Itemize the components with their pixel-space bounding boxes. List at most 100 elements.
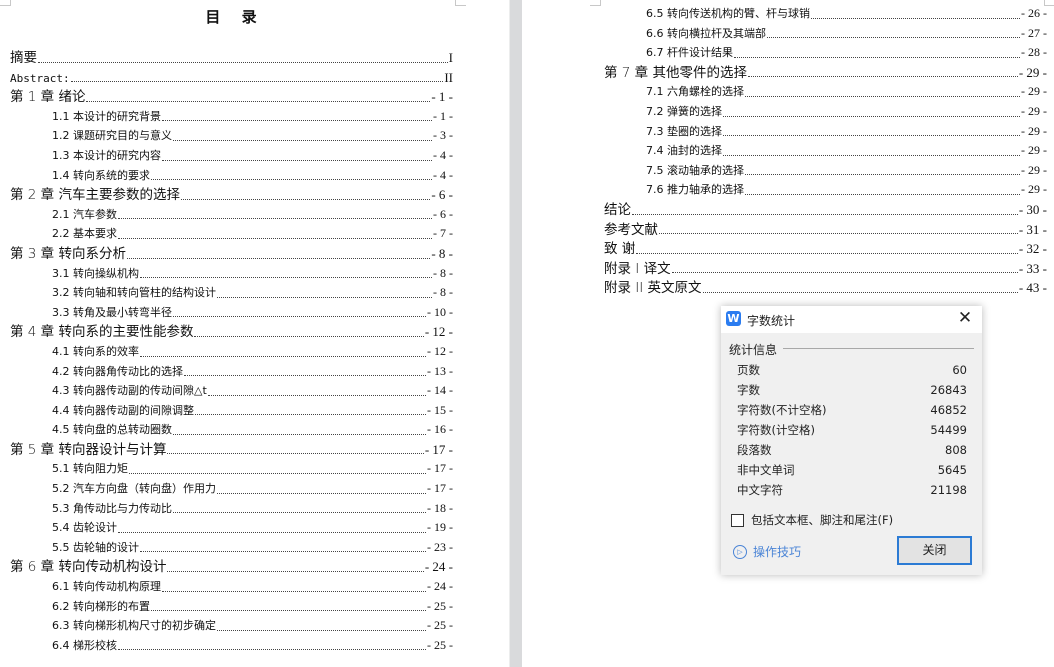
close-button[interactable]: 关闭: [897, 536, 972, 565]
toc-entry-page: - 10 -: [427, 304, 453, 319]
toc-entry-page: - 30 -: [1018, 201, 1047, 217]
stat-value: 60: [952, 363, 967, 377]
toc-entry[interactable]: 4.2 转向器角传动比的选择 - 13 -: [10, 362, 453, 382]
toc-entry[interactable]: 6.5 转向传送机构的臂、杆与球销 - 26 -: [604, 4, 1047, 24]
toc-entry-label: 第 4 章 转向系的主要性能参数: [10, 324, 194, 341]
toc-entry[interactable]: 4.4 转向器传动副的间隙调整 - 15 -: [10, 401, 453, 421]
toc-entry[interactable]: 第 4 章 转向系的主要性能参数 - 12 -: [10, 322, 453, 342]
toc-entry[interactable]: 摘要 I: [10, 48, 453, 68]
toc-leader-dots: [217, 296, 432, 298]
toc-entry[interactable]: 致 谢 - 32 -: [604, 239, 1047, 259]
toc-leader-dots: [180, 198, 431, 200]
toc-entry-page: - 1 -: [431, 89, 453, 105]
toc-entry[interactable]: 5.5 齿轮轴的设计 - 23 -: [10, 538, 453, 558]
toc-entry[interactable]: 5.3 角传动比与力传动比 - 18 -: [10, 499, 453, 519]
toc-entry-label: 6.7 杆件设计结果: [646, 46, 733, 60]
toc-entry-label: 2.2 基本要求: [52, 227, 117, 241]
toc-entry[interactable]: 6.6 转向横拉杆及其端部 - 27 -: [604, 24, 1047, 44]
toc-entry-page: - 25 -: [427, 618, 453, 633]
toc-entry-page: - 18 -: [427, 500, 453, 515]
stat-label: 字数: [737, 383, 760, 397]
toc-entry[interactable]: 3.3 转角及最小转弯半径 - 10 -: [10, 303, 453, 323]
toc-entry-label: 致 谢: [604, 241, 636, 258]
dialog-titlebar[interactable]: W 字数统计 ✕: [721, 306, 982, 333]
toc-leader-dots: [70, 80, 444, 83]
toc-entry[interactable]: 3.1 转向操纵机构 - 8 -: [10, 264, 453, 284]
toc-entry[interactable]: 7.3 垫圈的选择 - 29 -: [604, 122, 1047, 142]
toc-entry[interactable]: Abstract: II: [10, 68, 453, 88]
toc-entry[interactable]: 第 1 章 绪论 - 1 -: [10, 87, 453, 107]
checkbox-box[interactable]: [731, 513, 744, 527]
toc-entry[interactable]: 2.2 基本要求 - 7 -: [10, 224, 453, 244]
toc-entry-label: 结论: [604, 201, 631, 218]
toc-entry-label: 4.4 转向器传动副的间隙调整: [52, 403, 194, 417]
toc-entry-label: 7.4 油封的选择: [646, 144, 722, 158]
stat-label: 中文字符: [737, 483, 783, 497]
toc-entry-label: 4.5 转向盘的总转动圈数: [52, 423, 172, 437]
toc-entry-page: - 32 -: [1018, 241, 1047, 257]
toc-entry-page: - 23 -: [427, 539, 453, 554]
toc-entry-label: 3.3 转角及最小转弯半径: [52, 305, 172, 319]
toc-entry[interactable]: 第 6 章 转向传动机构设计 - 24 -: [10, 557, 453, 577]
toc-entry-page: - 25 -: [427, 598, 453, 613]
toc-entry[interactable]: 5.1 转向阻力矩 - 17 -: [10, 459, 453, 479]
toc-entry[interactable]: 6.1 转向传动机构原理 - 24 -: [10, 577, 453, 597]
toc-entry-label: 第 5 章 转向器设计与计算: [10, 441, 167, 458]
toc-entry-page: - 26 -: [1021, 6, 1047, 20]
toc-entry-page: - 24 -: [427, 579, 453, 594]
toc-entry[interactable]: 6.7 杆件设计结果 - 28 -: [604, 43, 1047, 63]
close-icon[interactable]: ✕: [954, 307, 976, 329]
stat-row: 字符数(计空格) 54499: [737, 420, 967, 440]
toc-entry-page: - 29 -: [1021, 143, 1047, 158]
toc-entry[interactable]: 附录 I 译文 - 33 -: [604, 259, 1047, 279]
toc-entry-label: 6.5 转向传送机构的臂、杆与球销: [646, 7, 810, 20]
toc-entry[interactable]: 附录 II 英文原文 - 43 -: [604, 278, 1047, 298]
toc-entry[interactable]: 第 5 章 转向器设计与计算 - 17 -: [10, 440, 453, 460]
toc-entry[interactable]: 第 3 章 转向系分析 - 8 -: [10, 244, 453, 264]
toc-entry-label: 6.3 转向梯形机构尺寸的初步确定: [52, 619, 216, 633]
toc-entry[interactable]: 7.4 油封的选择 - 29 -: [604, 141, 1047, 161]
toc-entry-page: - 17 -: [427, 461, 453, 476]
toc-entry[interactable]: 结论 - 30 -: [604, 200, 1047, 220]
toc-entry[interactable]: 7.1 六角螺栓的选择 - 29 -: [604, 82, 1047, 102]
toc-entry[interactable]: 第 2 章 汽车主要参数的选择 - 6 -: [10, 185, 453, 205]
toc-entry[interactable]: 7.6 推力轴承的选择 - 29 -: [604, 180, 1047, 200]
toc-entry[interactable]: 2.1 汽车参数 - 6 -: [10, 205, 453, 225]
toc-entry[interactable]: 1.1 本设计的研究背景 - 1 -: [10, 107, 453, 127]
toc-entry[interactable]: 1.4 转向系统的要求 - 4 -: [10, 166, 453, 186]
toc-entry[interactable]: 7.2 弹簧的选择 - 29 -: [604, 102, 1047, 122]
stat-label: 字符数(计空格): [737, 423, 815, 437]
toc-entry-page: - 14 -: [427, 383, 453, 398]
toc-leader-dots: [118, 237, 432, 239]
toc-entry[interactable]: 参考文献 - 31 -: [604, 220, 1047, 240]
toc-entry-page: - 12 -: [424, 324, 453, 340]
toc-entry[interactable]: 7.5 滚动轴承的选择 - 29 -: [604, 161, 1047, 181]
toc-entry[interactable]: 3.2 转向轴和转向管柱的结构设计 - 8 -: [10, 283, 453, 303]
toc-leader-dots: [723, 154, 1020, 156]
toc-entry-label: 4.1 转向系的效率: [52, 344, 139, 358]
toc-entry[interactable]: 5.2 汽车方向盘（转向盘）作用力 - 17 -: [10, 479, 453, 499]
toc-entry[interactable]: 4.1 转向系的效率 - 12 -: [10, 342, 453, 362]
toc-entry[interactable]: 6.4 梯形校核 - 25 -: [10, 636, 453, 656]
include-textbox-footnotes-checkbox[interactable]: 包括文本框、脚注和尾注(F): [731, 512, 893, 528]
stat-row: 中文字符 21198: [737, 480, 967, 500]
toc-entry[interactable]: 1.3 本设计的研究内容 - 4 -: [10, 146, 453, 166]
toc-entry-label: 附录 II 英文原文: [604, 280, 702, 297]
toc-entry[interactable]: 6.2 转向梯形的布置 - 25 -: [10, 597, 453, 617]
toc-entry-page: - 17 -: [427, 481, 453, 496]
toc-entry-page: - 19 -: [427, 520, 453, 535]
stat-label: 段落数: [737, 443, 772, 457]
toc-entry-page: - 15 -: [427, 402, 453, 417]
toc-entry-page: - 8 -: [433, 285, 453, 300]
toc-title: 目 录: [205, 8, 265, 26]
tips-link[interactable]: ▷ 操作技巧: [733, 543, 801, 560]
toc-entry-label: 第 1 章 绪论: [10, 89, 86, 106]
toc-entry[interactable]: 1.2 课题研究目的与意义 - 3 -: [10, 126, 453, 146]
toc-entry[interactable]: 第 7 章 其他零件的选择 - 29 -: [604, 63, 1047, 83]
toc-leader-dots: [217, 629, 426, 631]
toc-entry[interactable]: 5.4 齿轮设计 - 19 -: [10, 518, 453, 538]
toc-entry[interactable]: 4.5 转向盘的总转动圈数 - 16 -: [10, 420, 453, 440]
stat-value: 5645: [937, 463, 967, 477]
toc-entry[interactable]: 4.3 转向器传动副的传动间隙△t - 14 -: [10, 381, 453, 401]
toc-entry[interactable]: 6.3 转向梯形机构尺寸的初步确定 - 25 -: [10, 616, 453, 636]
